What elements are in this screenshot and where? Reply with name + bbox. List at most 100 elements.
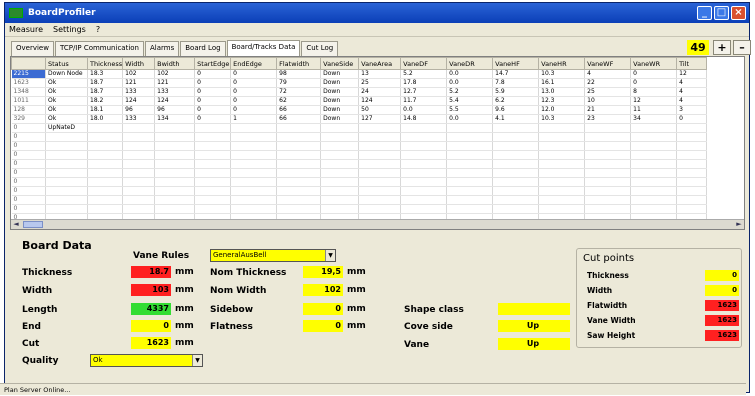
horizontal-scrollbar[interactable]: ◄ ► [11, 219, 744, 229]
board-data-grid[interactable]: StatusThicknessWidthBwidthStartEdgeEndEd… [10, 56, 745, 230]
menu-help[interactable]: ? [96, 25, 100, 34]
menu-measure[interactable]: Measure [9, 25, 43, 34]
table-cell: 17.8 [401, 79, 447, 88]
table-cell: 11 [631, 106, 677, 115]
table-row[interactable]: 0 [12, 205, 707, 214]
cut-points-panel: Cut points Thickness 0 Width 0 Flatwidth… [576, 248, 742, 348]
table-cell: 0 [195, 70, 231, 79]
length-unit: mm [175, 304, 194, 314]
column-header[interactable]: VaneHF [493, 58, 539, 70]
column-header[interactable]: VaneWR [631, 58, 677, 70]
column-header[interactable]: Thickness [88, 58, 123, 70]
table-cell [493, 133, 539, 142]
table-cell: 0 [677, 115, 707, 124]
table-cell [88, 196, 123, 205]
tab-cut-log[interactable]: Cut Log [301, 41, 338, 56]
column-header[interactable]: Width [123, 58, 155, 70]
table-cell [277, 160, 321, 169]
remove-button[interactable]: – [733, 40, 751, 55]
tab-overview[interactable]: Overview [11, 41, 54, 56]
column-header[interactable]: StartEdge [195, 58, 231, 70]
table-row[interactable]: 128Ok18.196960066Down500.05.59.612.02111… [12, 106, 707, 115]
add-button[interactable]: + [713, 40, 731, 55]
row-id-cell: 1623 [12, 79, 46, 88]
table-row[interactable]: 1348Ok18.71331330072Down2412.75.25.913.0… [12, 88, 707, 97]
tab-board-log[interactable]: Board Log [180, 41, 225, 56]
scroll-right-arrow-icon[interactable]: ► [734, 220, 744, 229]
column-header[interactable]: Bwidth [155, 58, 195, 70]
column-header[interactable]: EndEdge [231, 58, 277, 70]
chevron-down-icon[interactable]: ▼ [325, 250, 335, 261]
table-cell [447, 124, 493, 133]
table-row[interactable]: 1623Ok18.71211210079Down2517.80.07.816.1… [12, 79, 707, 88]
table-row[interactable]: 0 [12, 142, 707, 151]
table-cell: 18.0 [88, 115, 123, 124]
column-header[interactable]: Tilt [677, 58, 707, 70]
table-cell [277, 151, 321, 160]
title-bar: BoardProfiler _ □ × [5, 3, 749, 23]
table-row[interactable]: 0 [12, 151, 707, 160]
table-cell [677, 187, 707, 196]
tab-alarms[interactable]: Alarms [145, 41, 179, 56]
column-header[interactable]: VaneHR [539, 58, 585, 70]
column-header[interactable]: VaneDR [447, 58, 493, 70]
column-header[interactable]: Status [46, 58, 88, 70]
table-row[interactable]: 329Ok18.01331340166Down12714.80.04.110.3… [12, 115, 707, 124]
table-cell [155, 160, 195, 169]
column-header[interactable]: Flatwidth [277, 58, 321, 70]
table-row[interactable]: 1011Ok18.21241240062Down12411.75.46.212.… [12, 97, 707, 106]
table-cell [123, 124, 155, 133]
column-header[interactable] [12, 58, 46, 70]
table-cell [631, 205, 677, 214]
vane-rules-select[interactable]: GeneralAusBell ▼ [210, 249, 336, 262]
menu-settings[interactable]: Settings [53, 25, 86, 34]
minimize-button[interactable]: _ [697, 6, 712, 20]
table-cell [677, 124, 707, 133]
tab-row: Overview TCP/IP Communication Alarms Boa… [5, 37, 749, 57]
sidebow-unit: mm [347, 304, 366, 314]
table-cell [585, 169, 631, 178]
length-value: 4337 [131, 303, 171, 315]
maximize-button[interactable]: □ [714, 6, 729, 20]
cp-saw-height-value: 1623 [705, 330, 739, 341]
cp-vane-width-value: 1623 [705, 315, 739, 326]
scrollbar-thumb[interactable] [23, 221, 43, 228]
table-cell [321, 187, 359, 196]
quality-select[interactable]: Ok ▼ [90, 354, 203, 367]
table-row[interactable]: 0 [12, 169, 707, 178]
row-id-cell: 2215 [12, 70, 46, 79]
table-cell [359, 133, 401, 142]
thickness-label: Thickness [22, 268, 72, 278]
table-row[interactable]: 0 [12, 178, 707, 187]
column-header[interactable]: VaneArea [359, 58, 401, 70]
table-cell [231, 124, 277, 133]
table-cell [401, 178, 447, 187]
chevron-down-icon[interactable]: ▼ [192, 355, 202, 366]
table-cell: 5.2 [447, 88, 493, 97]
table-cell [631, 160, 677, 169]
table-cell: 0 [195, 106, 231, 115]
table-row[interactable]: 2215Down Node18.31021020098Down135.20.01… [12, 70, 707, 79]
column-header[interactable]: VaneDF [401, 58, 447, 70]
table-row[interactable]: 0 [12, 160, 707, 169]
table-cell: 12.3 [539, 97, 585, 106]
row-id-cell: 0 [12, 151, 46, 160]
table-cell [447, 205, 493, 214]
tab-tcpip[interactable]: TCP/IP Communication [55, 41, 144, 56]
scroll-left-arrow-icon[interactable]: ◄ [11, 220, 21, 229]
tab-board-tracks-data[interactable]: Board/Tracks Data [227, 40, 301, 56]
table-cell: 8 [631, 88, 677, 97]
table-row[interactable]: 0UpNateD [12, 124, 707, 133]
table-cell [231, 196, 277, 205]
table-row[interactable]: 0 [12, 187, 707, 196]
column-header[interactable]: VaneWF [585, 58, 631, 70]
table-row[interactable]: 0 [12, 133, 707, 142]
cp-vane-width-label: Vane Width [587, 316, 636, 325]
column-header[interactable]: VaneSide [321, 58, 359, 70]
row-id-cell: 0 [12, 124, 46, 133]
table-cell: 66 [277, 106, 321, 115]
table-cell: 9.6 [493, 106, 539, 115]
shape-class-label: Shape class [404, 305, 464, 315]
close-button[interactable]: × [731, 6, 746, 20]
table-row[interactable]: 0 [12, 196, 707, 205]
